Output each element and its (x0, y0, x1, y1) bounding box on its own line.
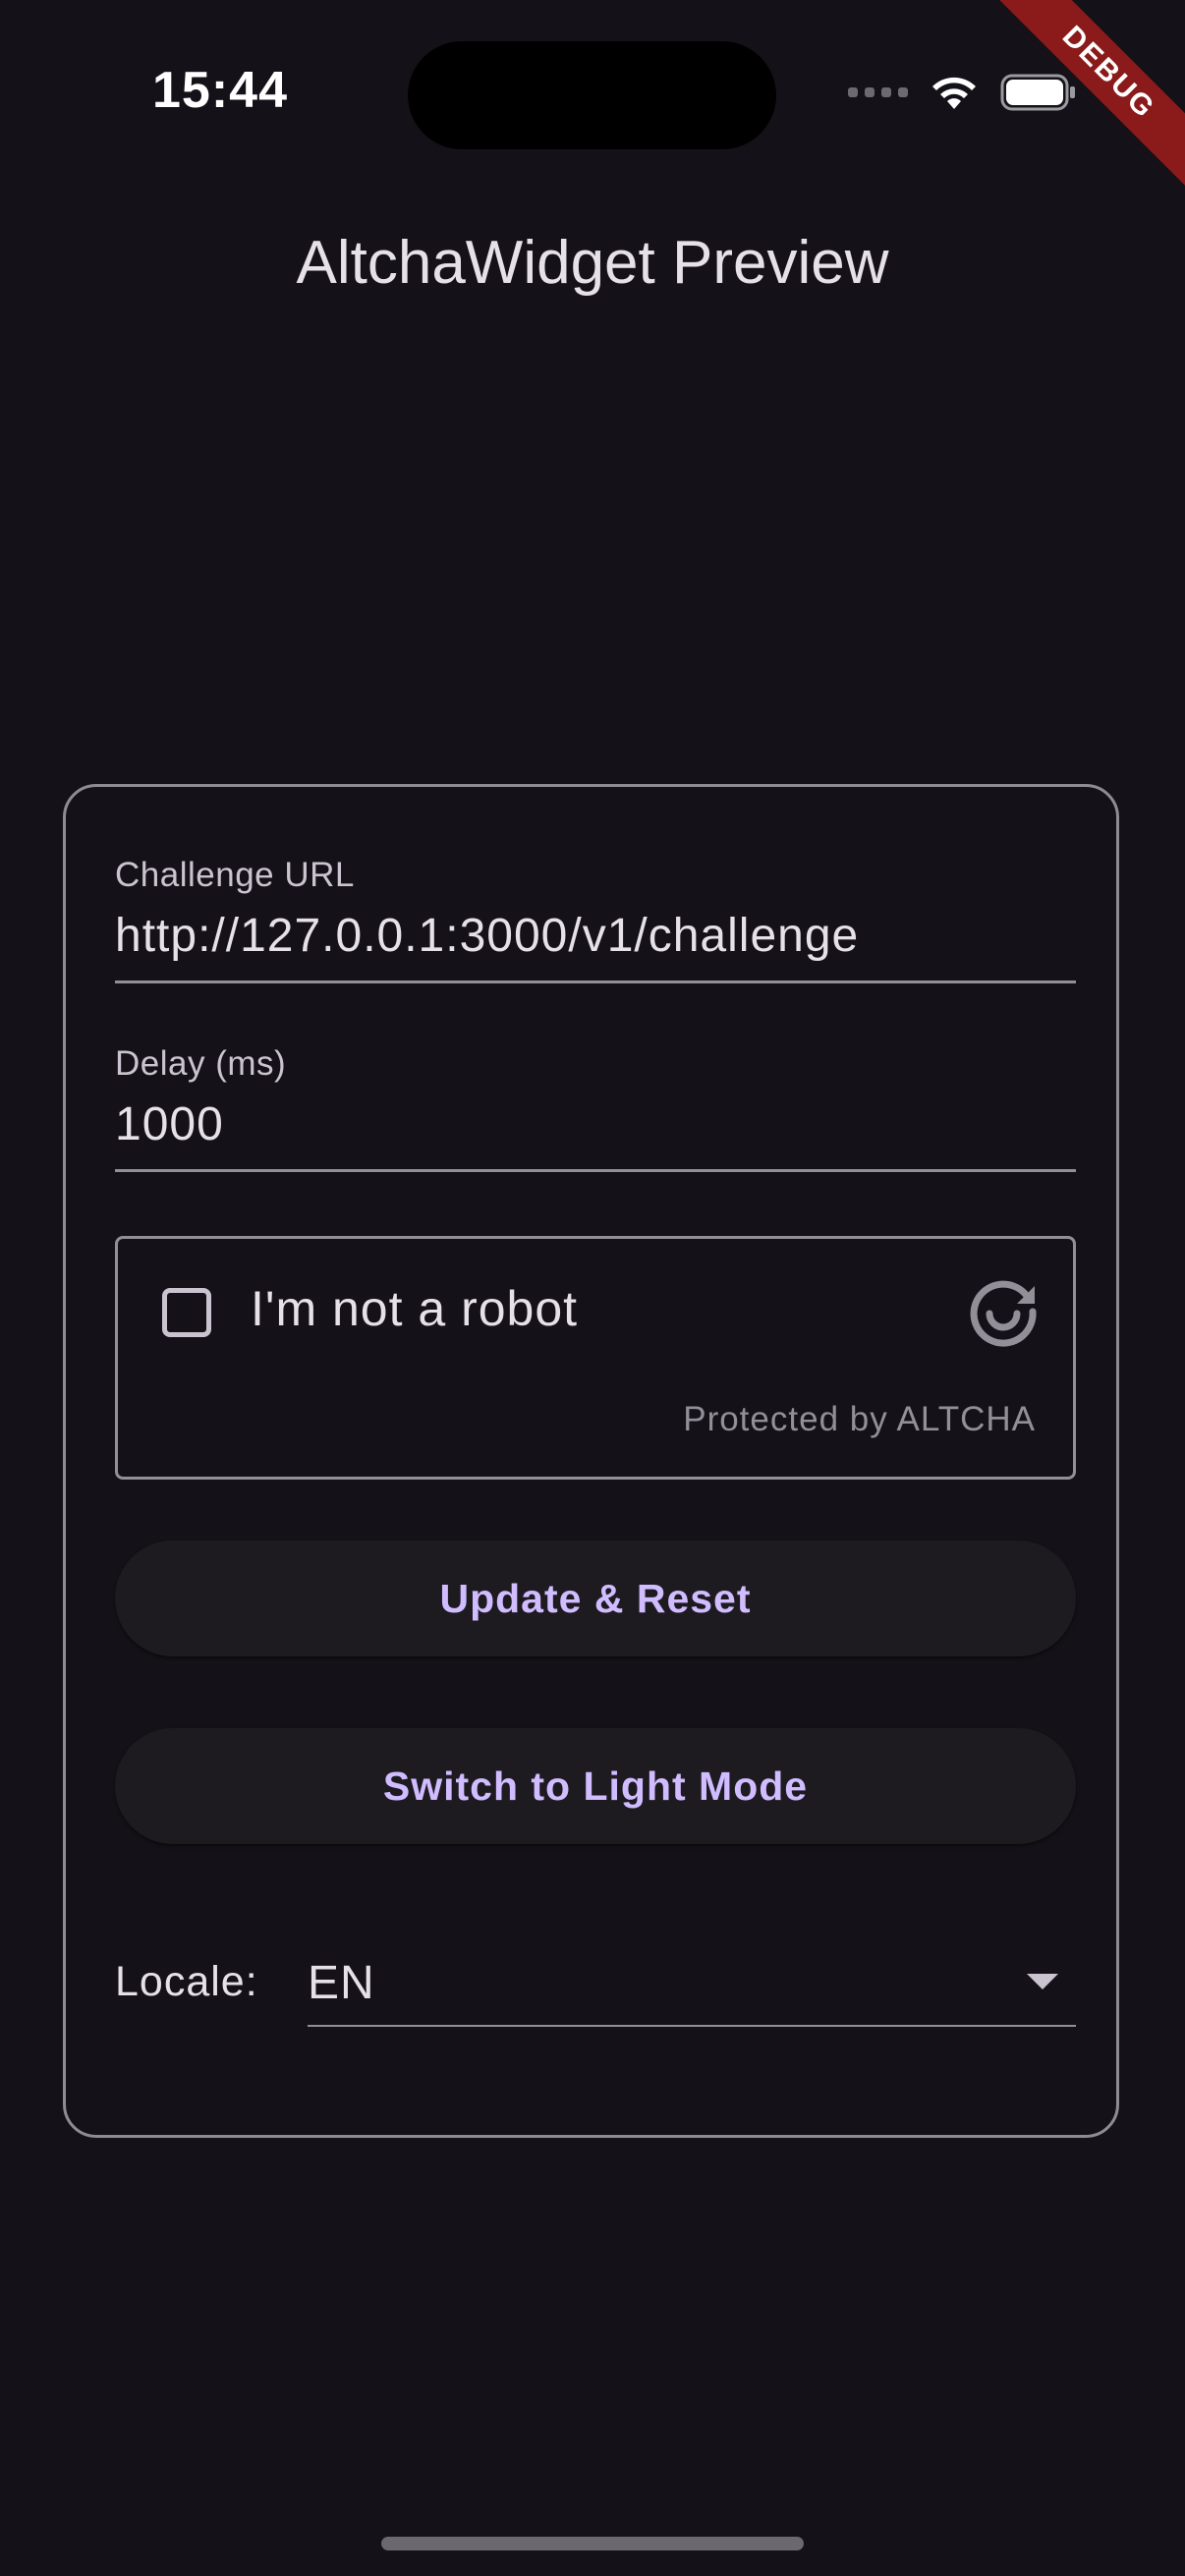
altcha-widget: I'm not a robot Protected by ALTCHA (115, 1236, 1076, 1480)
challenge-url-field[interactable]: Challenge URL http://127.0.0.1:3000/v1/c… (115, 856, 1076, 983)
protected-by-altcha: Protected by ALTCHA (683, 1400, 1036, 1438)
wifi-icon (930, 74, 979, 111)
delay-underline (115, 1169, 1076, 1172)
challenge-url-label: Challenge URL (115, 856, 355, 894)
locale-dropdown[interactable]: EN (308, 1946, 1076, 2027)
captcha-checkbox[interactable] (162, 1288, 211, 1337)
delay-label: Delay (ms) (115, 1044, 287, 1083)
debug-banner: DEBUG (988, 0, 1185, 196)
debug-banner-label: DEBUG (988, 0, 1185, 196)
locale-label: Locale: (115, 1958, 258, 2005)
delay-input[interactable]: 1000 (115, 1097, 1076, 1151)
locale-row: Locale: EN (115, 1946, 1076, 2044)
challenge-url-input[interactable]: http://127.0.0.1:3000/v1/challenge (115, 909, 1076, 963)
page-title: AltchaWidget Preview (296, 229, 889, 297)
locale-selected-value: EN (308, 1957, 375, 2009)
dynamic-island (408, 41, 776, 149)
delay-field[interactable]: Delay (ms) 1000 (115, 1044, 1076, 1172)
captcha-label[interactable]: I'm not a robot (251, 1280, 578, 1337)
refresh-icon[interactable] (966, 1274, 1041, 1349)
app-screen: 15:44 DEBUG AltchaWidget Preview Challen… (0, 0, 1185, 2576)
dropdown-arrow-icon (1027, 1974, 1058, 1989)
signal-icon (848, 87, 908, 97)
switch-theme-button[interactable]: Switch to Light Mode (115, 1728, 1076, 1844)
update-reset-button[interactable]: Update & Reset (115, 1540, 1076, 1656)
challenge-url-underline (115, 980, 1076, 983)
settings-card: Challenge URL http://127.0.0.1:3000/v1/c… (63, 784, 1119, 2138)
home-indicator[interactable] (381, 2537, 804, 2550)
status-time: 15:44 (152, 62, 288, 119)
